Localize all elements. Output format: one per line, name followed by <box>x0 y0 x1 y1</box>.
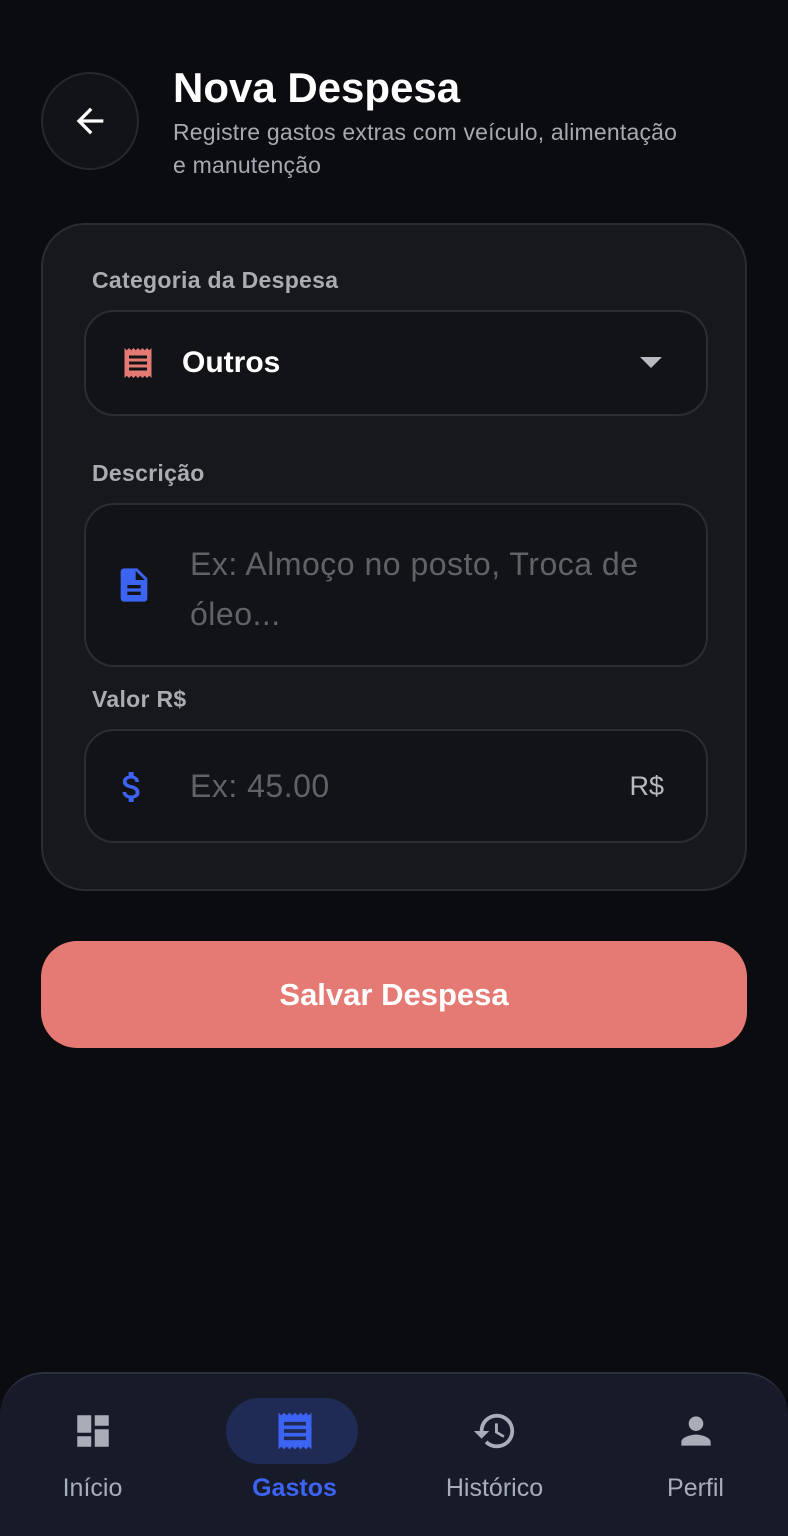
new-expense-screen: Nova Despesa Registre gastos extras com … <box>0 0 788 1536</box>
category-select[interactable]: Outros <box>84 310 708 416</box>
history-icon <box>396 1406 593 1456</box>
person-icon <box>597 1406 788 1456</box>
receipt-icon <box>120 345 156 381</box>
description-label: Descrição <box>92 460 205 486</box>
amount-input[interactable]: Ex: 45.00 R$ <box>84 729 708 843</box>
nav-item-perfil[interactable]: Perfil <box>597 1374 788 1536</box>
dashboard-icon <box>0 1406 191 1456</box>
category-selected-value: Outros <box>182 346 281 379</box>
category-label: Categoria da Despesa <box>92 267 339 293</box>
save-expense-button[interactable]: Salvar Despesa <box>41 941 747 1048</box>
page-title: Nova Despesa <box>173 64 461 111</box>
nav-item-inicio[interactable]: Início <box>0 1374 191 1536</box>
amount-placeholder: Ex: 45.00 <box>190 767 330 804</box>
bottom-navigation: Início Gastos Histórico Perfil <box>0 1372 788 1536</box>
nav-label-gastos: Gastos <box>252 1474 337 1502</box>
nav-item-gastos[interactable]: Gastos <box>196 1374 393 1536</box>
arrow-left-icon <box>76 107 104 135</box>
nav-label-inicio: Início <box>62 1474 123 1502</box>
description-input[interactable]: Ex: Almoço no posto, Troca de óleo... <box>84 503 708 667</box>
currency-suffix: R$ <box>629 770 664 801</box>
page-subtitle: Registre gastos extras com veículo, alim… <box>173 119 678 178</box>
nav-label-perfil: Perfil <box>667 1474 724 1502</box>
chevron-down-icon <box>640 357 662 368</box>
document-icon <box>114 565 154 605</box>
amount-label: Valor R$ <box>92 686 187 712</box>
receipt-icon <box>196 1406 393 1456</box>
expense-form-card: Categoria da Despesa Outros Descrição Ex… <box>41 223 747 891</box>
nav-label-historico: Histórico <box>445 1474 544 1502</box>
nav-item-historico[interactable]: Histórico <box>396 1374 593 1536</box>
back-button[interactable] <box>41 72 139 170</box>
dollar-icon <box>112 767 152 807</box>
header: Nova Despesa Registre gastos extras com … <box>173 62 763 182</box>
description-placeholder: Ex: Almoço no posto, Troca de óleo... <box>190 546 639 632</box>
